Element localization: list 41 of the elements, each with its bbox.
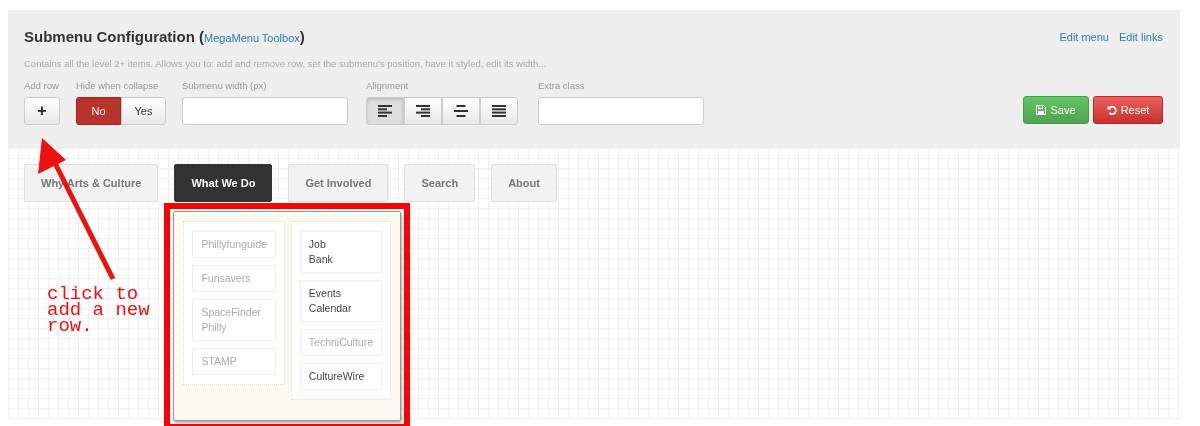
edit-link[interactable]: Edit links bbox=[1118, 30, 1163, 43]
toggle-option[interactable]: No bbox=[76, 97, 121, 125]
class-field[interactable] bbox=[538, 97, 704, 125]
field-label: Hide when collapse bbox=[76, 80, 160, 91]
align-right-icon bbox=[416, 105, 430, 117]
undo-icon bbox=[1106, 105, 1117, 115]
field-label: Alignment bbox=[366, 80, 410, 91]
submenu-item[interactable]: SpaceFinder Philly bbox=[192, 299, 276, 341]
menu-tab[interactable]: Get Involved bbox=[288, 164, 389, 202]
align-button[interactable] bbox=[480, 97, 518, 125]
submenu-item[interactable]: CultureWire bbox=[299, 363, 383, 390]
align-button[interactable] bbox=[366, 97, 404, 125]
submenu-item[interactable]: Phillyfunguide bbox=[192, 231, 276, 258]
align-center-icon bbox=[454, 105, 468, 117]
menu-tab[interactable]: About bbox=[491, 164, 557, 202]
align-left-icon bbox=[378, 105, 392, 117]
field-label: Extra class bbox=[538, 80, 586, 91]
edit-link[interactable]: Edit menu bbox=[1059, 30, 1109, 43]
toggle-option[interactable]: Yes bbox=[121, 97, 166, 125]
menu-tab[interactable]: What We Do bbox=[174, 164, 273, 202]
save-icon bbox=[1036, 105, 1047, 115]
save-button[interactable]: Save bbox=[1023, 96, 1089, 124]
menu-tab[interactable]: Search bbox=[404, 164, 476, 202]
submenu-item[interactable]: Events Calendar bbox=[299, 280, 383, 322]
annotation-text: click to add a new row. bbox=[47, 286, 151, 334]
panel-title: Submenu Configuration (MegaMenu Toolbox) bbox=[24, 28, 305, 45]
field-label: Submenu width (px) bbox=[182, 80, 268, 91]
submenu-item[interactable]: Job Bank bbox=[299, 231, 383, 273]
reset-button[interactable]: Reset bbox=[1093, 96, 1163, 124]
menu-tab[interactable]: Why Arts & Culture bbox=[24, 164, 159, 202]
align-button[interactable] bbox=[404, 97, 442, 125]
submenu-item[interactable]: Funsavers bbox=[192, 265, 276, 292]
field-label: Add row bbox=[24, 80, 60, 91]
toolbox-link[interactable]: MegaMenu Toolbox bbox=[204, 32, 300, 44]
width-field[interactable] bbox=[182, 97, 348, 125]
align-justify-icon bbox=[492, 105, 506, 117]
description: Contains all the level 2+ items. Allows you to: add and remove row, set the submenu's position, have it styled, edit its width... bbox=[24, 58, 548, 69]
align-button[interactable] bbox=[442, 97, 480, 125]
submenu-item[interactable]: TechniCulture bbox=[299, 329, 383, 356]
submenu-item[interactable]: STAMP bbox=[192, 348, 276, 375]
add-row-button[interactable]: + bbox=[24, 97, 60, 125]
